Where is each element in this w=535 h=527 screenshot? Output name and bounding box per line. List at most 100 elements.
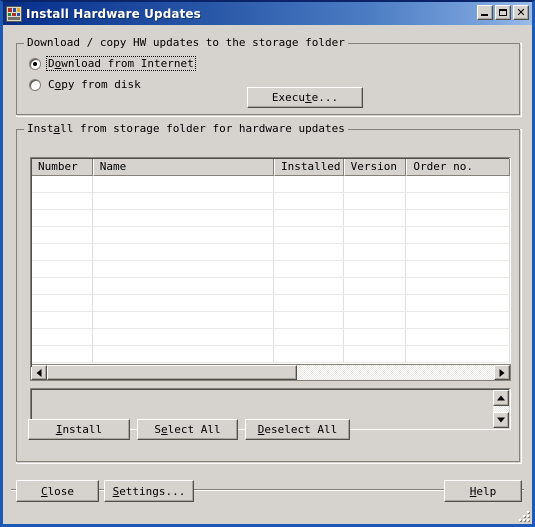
radio-label-internet: Download from Internet xyxy=(46,56,196,71)
table-cell xyxy=(406,261,510,277)
table-cell xyxy=(93,176,274,192)
table-row[interactable] xyxy=(31,295,510,312)
minimize-button[interactable] xyxy=(477,5,493,20)
table-cell xyxy=(31,329,93,345)
table-column-header[interactable]: Number xyxy=(31,158,93,176)
table-cell xyxy=(406,176,510,192)
radio-label-disk: Copy from disk xyxy=(48,78,141,91)
minimize-icon xyxy=(481,14,488,16)
close-dialog-button[interactable]: Close xyxy=(16,480,99,502)
table-cell xyxy=(31,346,93,362)
maximize-button[interactable] xyxy=(495,5,511,20)
table-body[interactable] xyxy=(31,176,510,368)
table-cell xyxy=(344,261,407,277)
download-group-box: Download / copy HW updates to the storag… xyxy=(16,36,522,117)
radio-download-from-internet[interactable]: Download from Internet xyxy=(29,56,196,71)
table-cell xyxy=(274,346,344,362)
table-cell xyxy=(274,193,344,209)
table-cell xyxy=(406,227,510,243)
table-cell xyxy=(406,346,510,362)
install-hardware-updates-window: Install Hardware Updates ✕ Download / co… xyxy=(0,0,535,527)
table-cell xyxy=(406,295,510,311)
table-cell xyxy=(93,210,274,226)
updates-table[interactable]: Number Name Installed Version Order no. xyxy=(30,157,511,369)
table-row[interactable] xyxy=(31,312,510,329)
table-column-header[interactable]: Version xyxy=(343,158,407,176)
download-group-title: Download / copy HW updates to the storag… xyxy=(24,36,348,49)
scroll-down-arrow[interactable] xyxy=(493,412,509,428)
table-header-row: Number Name Installed Version Order no. xyxy=(31,158,510,176)
hscroll-thumb[interactable] xyxy=(47,365,298,380)
table-cell xyxy=(406,244,510,260)
table-column-header[interactable]: Installed xyxy=(273,158,344,176)
table-cell xyxy=(93,295,274,311)
table-cell xyxy=(31,176,93,192)
window-title: Install Hardware Updates xyxy=(26,6,201,21)
table-cell xyxy=(93,312,274,328)
table-row[interactable] xyxy=(31,244,510,261)
table-cell xyxy=(344,346,407,362)
table-cell xyxy=(344,244,407,260)
settings-button[interactable]: Settings... xyxy=(104,480,194,502)
resize-grip[interactable] xyxy=(517,509,530,522)
app-icon xyxy=(6,5,22,22)
triangle-up-icon xyxy=(497,395,505,401)
close-button[interactable]: ✕ xyxy=(513,5,529,20)
triangle-right-icon xyxy=(499,368,505,377)
client-area: Download / copy HW updates to the storag… xyxy=(3,25,532,524)
table-horizontal-scrollbar[interactable] xyxy=(30,364,511,381)
table-cell xyxy=(344,278,407,294)
window-controls: ✕ xyxy=(477,5,529,20)
radio-mark-disk xyxy=(29,78,41,91)
table-column-header[interactable]: Name xyxy=(92,158,274,176)
deselect-all-button[interactable]: Deselect All xyxy=(245,419,350,440)
table-cell xyxy=(344,295,407,311)
title-bar[interactable]: Install Hardware Updates ✕ xyxy=(3,2,532,25)
table-cell xyxy=(274,210,344,226)
table-row[interactable] xyxy=(31,346,510,363)
table-cell xyxy=(31,244,93,260)
install-group-title: Install from storage folder for hardware… xyxy=(24,122,348,135)
select-all-button[interactable]: Se lect All xyxy=(137,419,238,440)
table-row[interactable] xyxy=(31,278,510,295)
table-column-header[interactable]: Order no. xyxy=(406,158,510,176)
table-cell xyxy=(31,295,93,311)
table-row[interactable] xyxy=(31,210,510,227)
table-cell xyxy=(31,193,93,209)
hscroll-track[interactable] xyxy=(47,365,494,380)
log-vertical-scrollbar[interactable] xyxy=(493,390,509,428)
table-cell xyxy=(344,227,407,243)
table-cell xyxy=(93,329,274,345)
scroll-up-arrow[interactable] xyxy=(493,390,509,406)
table-cell xyxy=(274,278,344,294)
help-button[interactable]: Help xyxy=(444,480,522,502)
table-cell xyxy=(93,193,274,209)
table-row[interactable] xyxy=(31,176,510,193)
table-cell xyxy=(274,295,344,311)
table-cell xyxy=(274,329,344,345)
execute-button[interactable]: Execu t e... xyxy=(247,87,363,108)
table-cell xyxy=(93,261,274,277)
table-cell xyxy=(31,278,93,294)
table-row[interactable] xyxy=(31,329,510,346)
table-cell xyxy=(93,244,274,260)
table-row[interactable] xyxy=(31,261,510,278)
table-cell xyxy=(274,176,344,192)
scroll-right-arrow[interactable] xyxy=(494,365,510,380)
table-row[interactable] xyxy=(31,227,510,244)
scroll-left-arrow[interactable] xyxy=(31,365,47,380)
table-cell xyxy=(274,244,344,260)
table-cell xyxy=(406,278,510,294)
table-cell xyxy=(93,278,274,294)
radio-copy-from-disk[interactable]: Copy from disk xyxy=(29,77,143,92)
table-cell xyxy=(274,261,344,277)
table-row[interactable] xyxy=(31,193,510,210)
install-button[interactable]: Install xyxy=(28,419,130,440)
table-cell xyxy=(344,210,407,226)
table-cell xyxy=(274,227,344,243)
maximize-icon xyxy=(499,9,507,16)
triangle-down-icon xyxy=(497,417,505,423)
triangle-left-icon xyxy=(36,368,42,377)
table-cell xyxy=(406,193,510,209)
table-cell xyxy=(406,210,510,226)
